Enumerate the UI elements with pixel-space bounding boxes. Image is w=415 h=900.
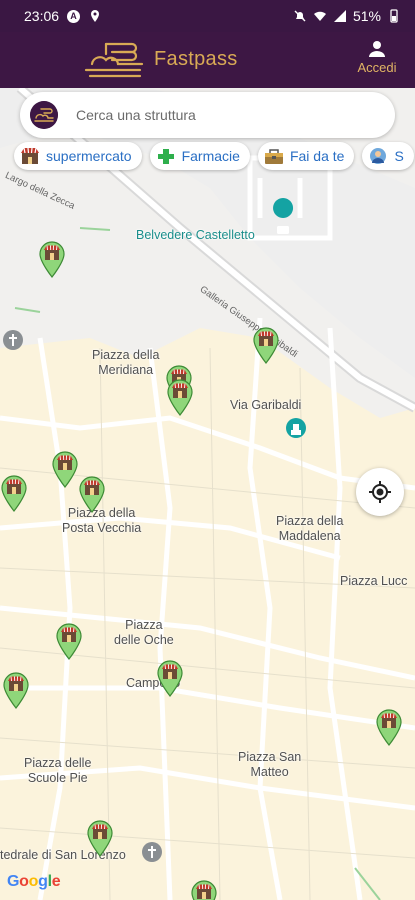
search-bar: [20, 92, 395, 138]
map-label-san-matteo: Piazza San Matteo: [238, 750, 302, 779]
battery-icon: [390, 9, 398, 23]
store-pin-icon: [56, 623, 82, 660]
mute-bell-icon: [294, 10, 306, 22]
store-marker[interactable]: [156, 659, 184, 697]
store-marker[interactable]: [190, 879, 218, 900]
store-pin-icon: [191, 880, 217, 900]
login-label: Accedi: [357, 60, 397, 75]
toolbox-icon: [264, 149, 283, 164]
map-label-belvedere: Belvedere Castelletto: [136, 228, 255, 242]
google-attribution: Google: [7, 873, 61, 891]
store-pin-icon: [167, 379, 193, 416]
chip-fai-da-te[interactable]: Fai da te: [257, 142, 355, 170]
person-icon: [369, 41, 385, 57]
map-view[interactable]: Largo della Zecca Galleria Giuseppe Gari…: [0, 88, 415, 900]
chip-farmacie[interactable]: Farmacie: [149, 142, 250, 170]
person-icon: [370, 148, 387, 164]
map-label-meridiana: Piazza della Meridiana: [92, 348, 160, 377]
map-label-oche: Piazza delle Oche: [114, 618, 174, 647]
wifi-icon: [313, 11, 326, 21]
google-letter: o: [19, 873, 29, 890]
map-label-garibaldi: Via Garibaldi: [230, 398, 302, 412]
shop-icon: [21, 147, 39, 164]
store-marker[interactable]: [2, 671, 30, 709]
google-letter: e: [51, 873, 61, 890]
login-button[interactable]: Accedi: [353, 40, 401, 75]
store-pin-icon: [52, 451, 78, 488]
store-marker[interactable]: [375, 708, 403, 746]
location-icon: [91, 10, 100, 22]
map-label-luccoli: Piazza Lucc: [340, 574, 408, 588]
store-marker[interactable]: [166, 378, 194, 416]
category-chips: supermercato Farmacie Fai da te S: [14, 142, 414, 170]
signal-icon: [333, 10, 346, 22]
google-letter: g: [38, 873, 48, 890]
app-bar: Fastpass Accedi: [0, 32, 415, 88]
my-location-button[interactable]: [356, 468, 404, 516]
store-pin-icon: [157, 660, 183, 697]
store-pin-icon: [39, 241, 65, 278]
map-label-scuole-pie: Piazza delle Scuole Pie: [24, 756, 92, 785]
pharmacy-cross-icon: [157, 149, 174, 164]
store-pin-icon: [1, 475, 27, 512]
store-pin-icon: [253, 327, 279, 364]
search-input[interactable]: [76, 104, 376, 126]
app-title: Fastpass: [154, 48, 238, 70]
google-letter: o: [28, 873, 39, 890]
map-label-maddalena: Piazza della Maddalena: [276, 514, 344, 543]
chip-label: Farmacie: [181, 148, 240, 164]
store-pin-icon: [3, 672, 29, 709]
chip-label: supermercato: [46, 148, 132, 164]
chip-more[interactable]: S: [362, 142, 414, 170]
store-pin-icon: [87, 820, 113, 857]
status-bar: 23:06 A 51%: [0, 0, 415, 32]
chip-label: Fai da te: [289, 148, 345, 164]
status-time: 23:06: [24, 8, 60, 24]
store-marker[interactable]: [86, 819, 114, 857]
chip-supermercato[interactable]: supermercato: [14, 142, 142, 170]
store-pin-icon: [376, 709, 402, 746]
store-marker[interactable]: [252, 326, 280, 364]
store-pin-icon: [79, 476, 105, 513]
store-marker[interactable]: [38, 240, 66, 278]
store-marker[interactable]: [55, 622, 83, 660]
store-marker[interactable]: [51, 450, 79, 488]
battery-percent: 51%: [352, 8, 381, 24]
store-marker[interactable]: [78, 475, 106, 513]
fastpass-avatar-icon: [30, 101, 58, 129]
crosshair-icon: [369, 481, 391, 503]
nav-app-icon: A: [67, 9, 81, 23]
fastpass-logo-icon: [84, 42, 144, 78]
google-letter: G: [7, 873, 20, 890]
chip-label: S: [394, 148, 404, 164]
store-marker[interactable]: [0, 474, 28, 512]
